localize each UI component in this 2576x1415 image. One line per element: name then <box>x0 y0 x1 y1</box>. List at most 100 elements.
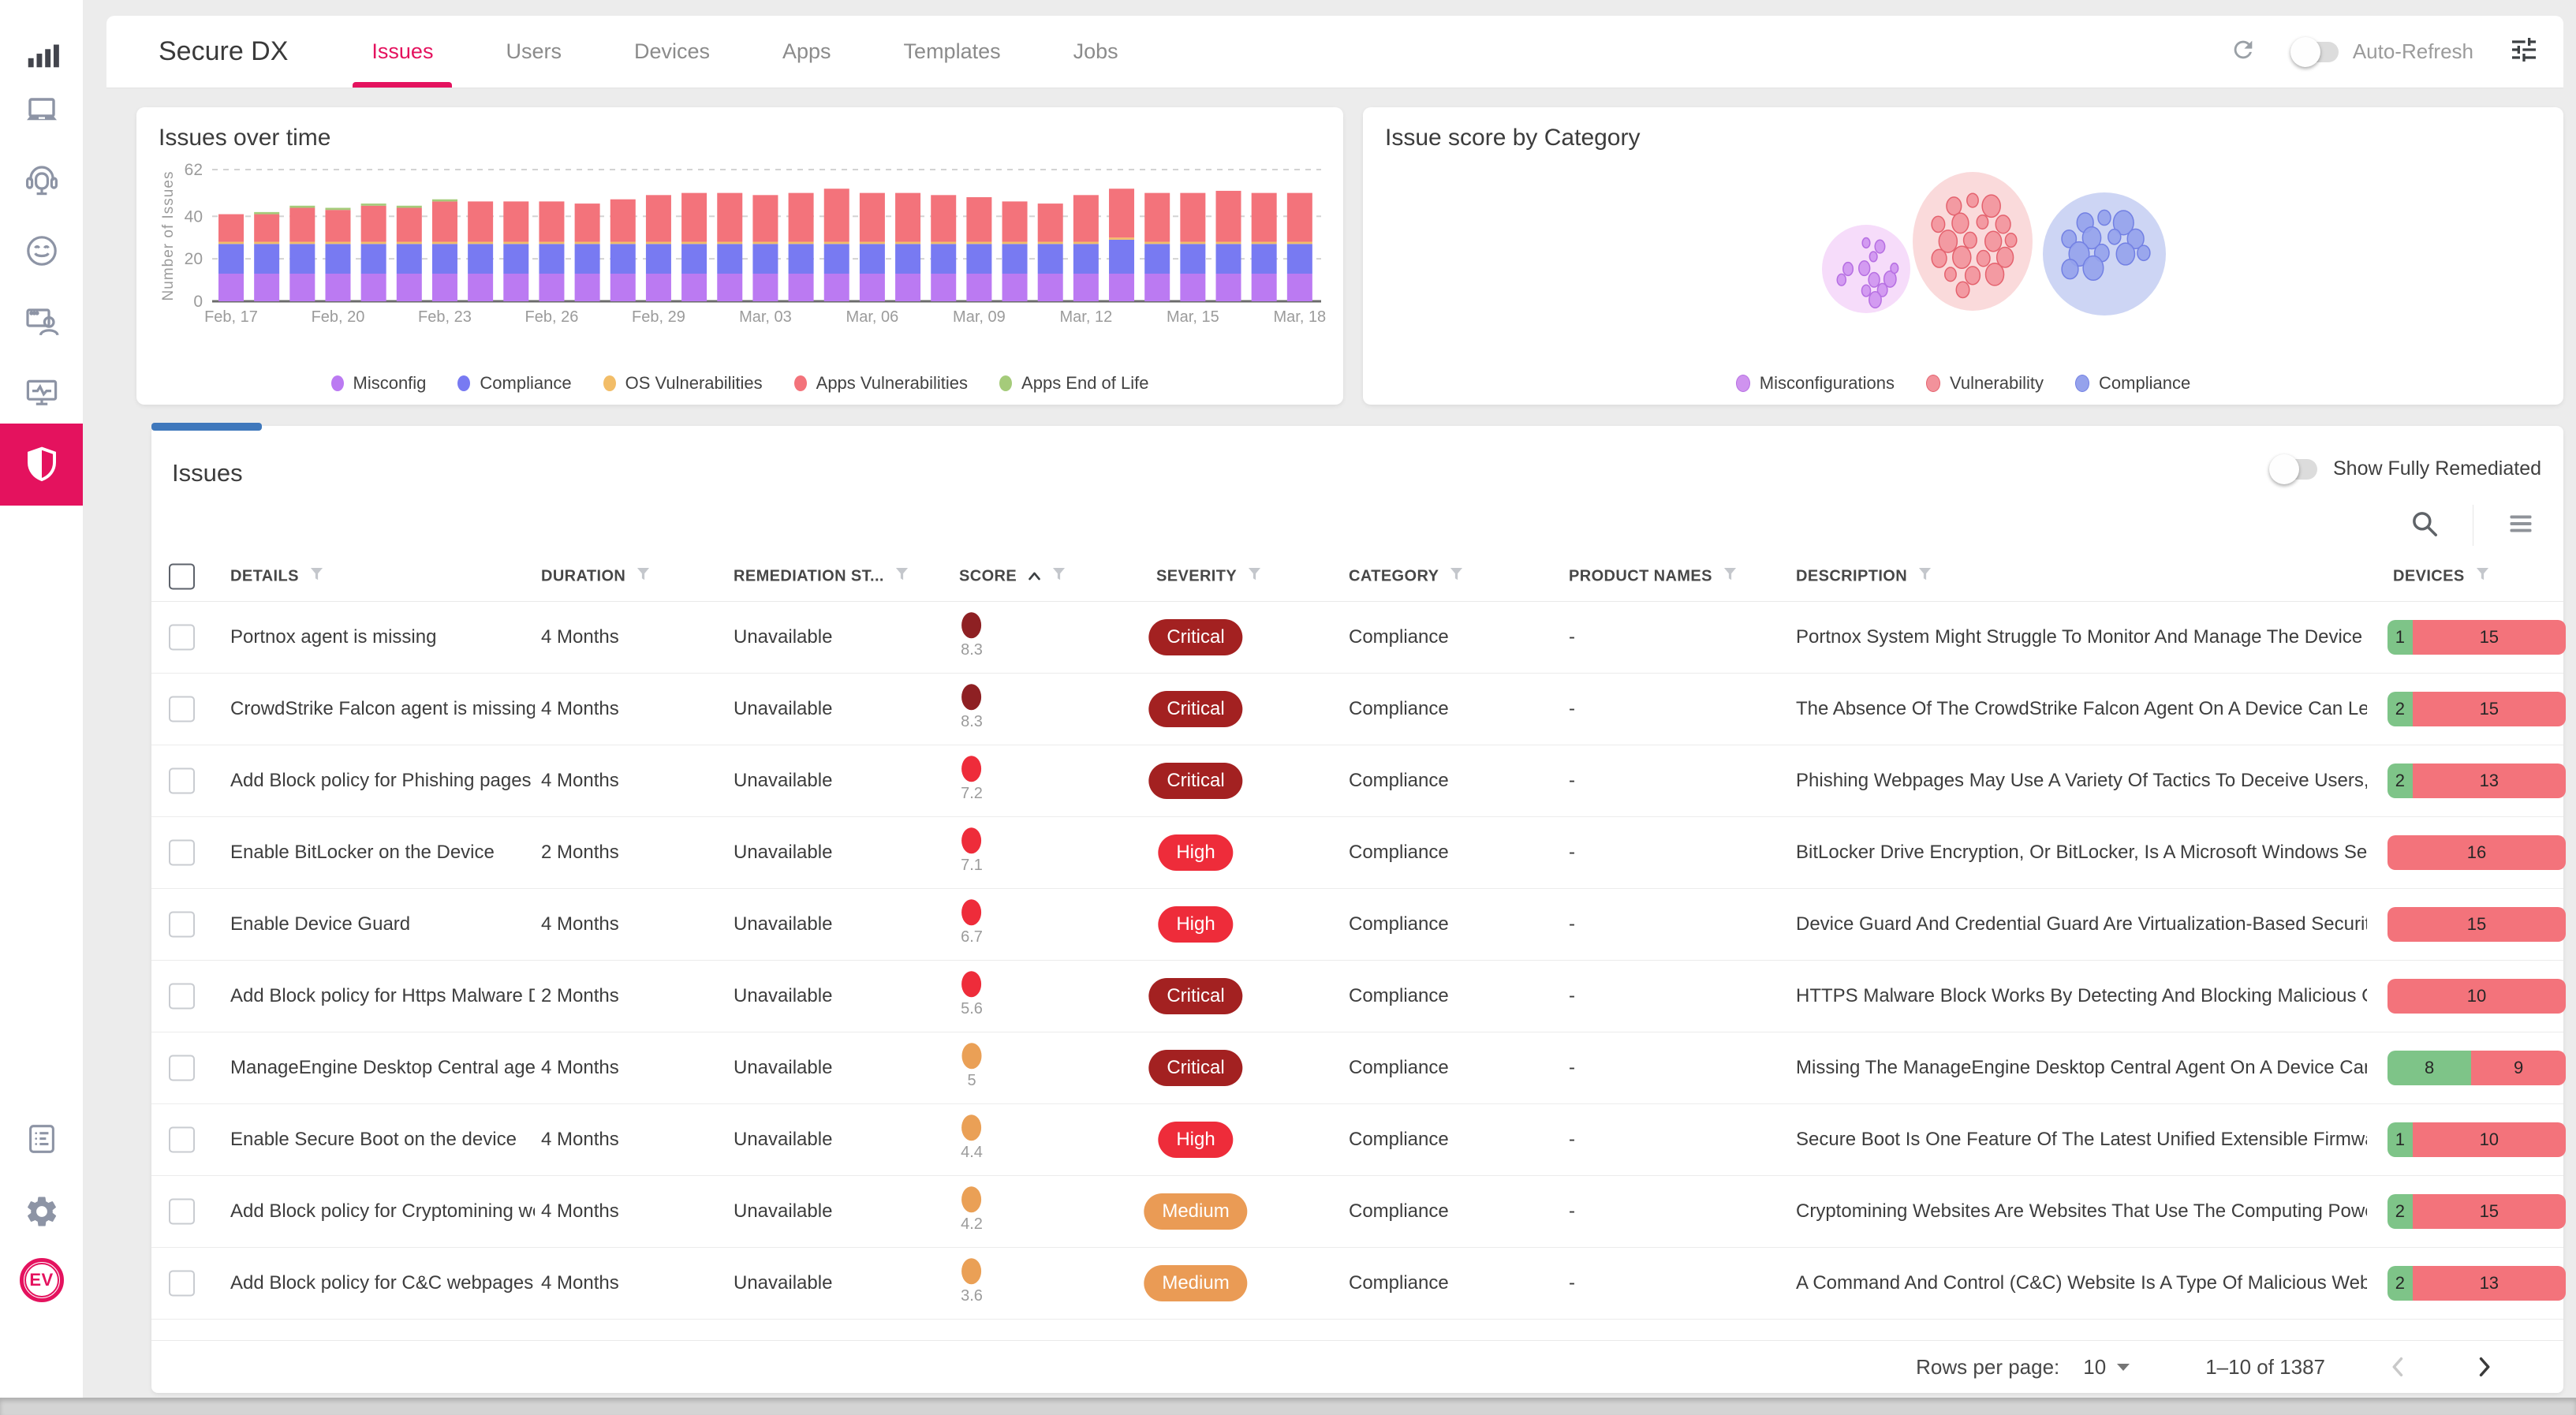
tab-users[interactable]: Users <box>469 16 598 88</box>
devices-healthy-count: 2 <box>2387 692 2413 726</box>
sidebar-item-profile[interactable]: EV <box>0 1246 83 1314</box>
search-icon[interactable] <box>2410 509 2440 543</box>
filter-icon[interactable] <box>637 567 650 587</box>
filter-icon[interactable] <box>2476 567 2489 587</box>
sidebar-item-reports[interactable] <box>0 1105 83 1173</box>
filter-icon[interactable] <box>1450 567 1463 587</box>
cell-remediation-status: Unavailable <box>734 698 832 720</box>
column-header-remediation-st-[interactable]: REMEDIATION ST... <box>734 567 909 587</box>
previous-page-button[interactable] <box>2387 1355 2410 1379</box>
devices-healthy-count: 2 <box>2387 1266 2413 1301</box>
devices-at-risk-count: 15 <box>2413 692 2566 726</box>
row-checkbox[interactable] <box>169 1199 195 1225</box>
column-header-description[interactable]: DESCRIPTION <box>1796 567 1932 587</box>
sidebar-item-remote-sessions[interactable] <box>0 288 83 356</box>
table-row[interactable]: Enable Device Guard4 MonthsUnavailable6.… <box>151 889 2563 961</box>
devices-health-bar: 110 <box>2387 1122 2566 1157</box>
laptop-icon <box>23 91 61 129</box>
remote-user-window-icon <box>23 303 61 341</box>
sidebar-item-security[interactable] <box>0 424 83 506</box>
monitor-pulse-icon <box>23 373 61 411</box>
tab-jobs[interactable]: Jobs <box>1037 16 1155 88</box>
auto-refresh-toggle[interactable] <box>2293 42 2339 62</box>
row-checkbox[interactable] <box>169 984 195 1010</box>
row-checkbox[interactable] <box>169 768 195 794</box>
score-dot-icon <box>962 1186 982 1212</box>
tab-issues[interactable]: Issues <box>335 16 469 88</box>
devices-at-risk-count: 13 <box>2413 764 2566 798</box>
row-checkbox[interactable] <box>169 1271 195 1297</box>
sidebar-item-settings[interactable] <box>0 1178 83 1245</box>
cell-category: Compliance <box>1349 913 1449 935</box>
filter-icon[interactable] <box>1052 567 1066 587</box>
svg-text:Mar, 12: Mar, 12 <box>1060 308 1113 326</box>
rows-per-page-select[interactable]: 10 <box>2083 1355 2130 1380</box>
column-header-devices[interactable]: DEVICES <box>2393 567 2489 587</box>
score-dot-icon <box>962 827 982 853</box>
table-row[interactable]: Add Block policy for Phishing pages4 Mon… <box>151 745 2563 817</box>
filter-icon[interactable] <box>1918 567 1932 587</box>
column-header-category[interactable]: CATEGORY <box>1349 567 1463 587</box>
tune-icon[interactable] <box>2508 34 2540 69</box>
cell-remediation-status: Unavailable <box>734 770 832 792</box>
column-header-score[interactable]: SCORE <box>959 567 1066 587</box>
score-dot-icon <box>962 612 982 638</box>
sidebar-item-devices[interactable] <box>0 76 83 144</box>
cell-description: HTTPS Malware Block Works By Detecting A… <box>1796 985 2367 1007</box>
cell-description: The Absence Of The CrowdStrike Falcon Ag… <box>1796 698 2367 720</box>
next-page-button[interactable] <box>2472 1355 2496 1379</box>
table-row[interactable]: Add Block policy for Cryptomining wel4 M… <box>151 1176 2563 1248</box>
issue-score-bubble-chart <box>1363 107 2563 405</box>
filter-icon[interactable] <box>1248 567 1261 587</box>
severity-badge: Medium <box>1144 1265 1247 1301</box>
sidebar-item-monitoring[interactable] <box>0 358 83 426</box>
cell-score: 5.6 <box>961 971 983 1018</box>
table-row[interactable]: Add Block policy for Https Malware Do2 M… <box>151 961 2563 1032</box>
table-row[interactable]: Add Block policy for C&C webpages4 Month… <box>151 1248 2563 1320</box>
filter-icon[interactable] <box>895 567 909 587</box>
legend-item-compliance: Compliance <box>2075 373 2190 394</box>
table-row[interactable]: Enable Secure Boot on the device4 Months… <box>151 1104 2563 1176</box>
row-checkbox[interactable] <box>169 1055 195 1081</box>
table-row[interactable]: Portnox agent is missing4 MonthsUnavaila… <box>151 602 2563 674</box>
row-checkbox[interactable] <box>169 625 195 651</box>
horizontal-scrollbar[interactable] <box>0 1398 2576 1415</box>
svg-text:0: 0 <box>193 293 203 311</box>
cell-duration: 4 Months <box>541 626 619 648</box>
row-checkbox[interactable] <box>169 840 195 866</box>
cell-remediation-status: Unavailable <box>734 626 832 648</box>
select-all-checkbox[interactable] <box>169 564 195 590</box>
table-row[interactable]: Enable BitLocker on the Device2 MonthsUn… <box>151 817 2563 889</box>
panel-tab-indicator[interactable] <box>151 423 262 431</box>
svg-text:Feb, 29: Feb, 29 <box>632 308 685 326</box>
tab-apps[interactable]: Apps <box>746 16 868 88</box>
sidebar-item-experience[interactable] <box>0 217 83 285</box>
column-header-product-names[interactable]: PRODUCT NAMES <box>1569 567 1737 587</box>
row-checkbox[interactable] <box>169 696 195 722</box>
legend-dot <box>1926 375 1940 392</box>
show-fully-remediated-toggle[interactable] <box>2272 459 2317 480</box>
sidebar-item-support[interactable] <box>0 147 83 215</box>
devices-at-risk-count: 10 <box>2413 1122 2566 1157</box>
tab-templates[interactable]: Templates <box>868 16 1037 88</box>
table-row[interactable]: CrowdStrike Falcon agent is missing4 Mon… <box>151 674 2563 745</box>
cell-product-names: - <box>1569 1057 1575 1079</box>
cell-description: Cryptomining Websites Are Websites That … <box>1796 1200 2367 1223</box>
tab-devices[interactable]: Devices <box>598 16 746 88</box>
filter-icon[interactable] <box>1723 567 1737 587</box>
refresh-icon[interactable] <box>2230 36 2257 67</box>
column-menu-icon[interactable] <box>2507 510 2535 542</box>
row-checkbox[interactable] <box>169 912 195 938</box>
column-header-duration[interactable]: DURATION <box>541 567 650 587</box>
row-checkbox[interactable] <box>169 1127 195 1153</box>
cell-remediation-status: Unavailable <box>734 1200 832 1223</box>
legend-dot <box>457 375 470 391</box>
filter-icon[interactable] <box>310 567 323 587</box>
cell-product-names: - <box>1569 626 1575 648</box>
svg-text:Feb, 23: Feb, 23 <box>418 308 472 326</box>
table-row[interactable]: ManageEngine Desktop Central agent4 Mont… <box>151 1032 2563 1104</box>
column-header-details[interactable]: DETAILS <box>230 567 323 587</box>
score-dot-icon <box>962 684 982 710</box>
devices-at-risk-count: 13 <box>2413 1266 2566 1301</box>
column-header-severity[interactable]: SEVERITY <box>1156 567 1261 587</box>
